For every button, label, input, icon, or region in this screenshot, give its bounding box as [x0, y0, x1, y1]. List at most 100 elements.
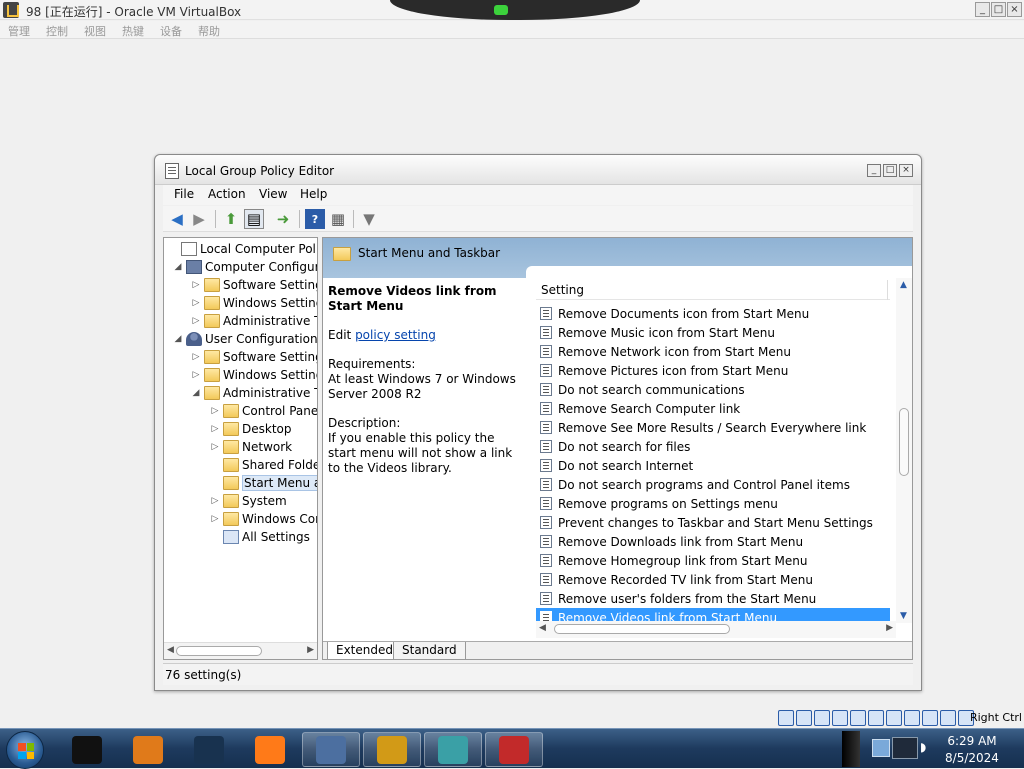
vbox-close-button[interactable]: × — [1007, 2, 1022, 17]
scroll-right-icon[interactable]: ▶ — [886, 623, 893, 633]
clock-date[interactable]: 8/5/2024 — [942, 751, 1002, 765]
edit-policy-setting-link[interactable]: policy setting — [355, 328, 436, 342]
menu-help[interactable]: Help — [300, 187, 327, 201]
vbox-menu-devices[interactable]: 设备 — [160, 23, 182, 39]
vbox-maximize-button[interactable]: □ — [991, 2, 1006, 17]
scroll-thumb[interactable] — [554, 624, 730, 634]
tab-extended[interactable]: Extended — [327, 642, 402, 659]
expand-arrow-icon[interactable]: ▷ — [209, 406, 221, 416]
tree-horizontal-scrollbar[interactable]: ◀ ▶ — [164, 642, 317, 659]
scroll-left-icon[interactable]: ◀ — [167, 645, 174, 655]
setting-row[interactable]: Remove Pictures icon from Start Menu — [536, 361, 890, 380]
shared-folder-icon[interactable] — [868, 710, 884, 726]
expand-arrow-icon[interactable]: ▷ — [209, 424, 221, 434]
scroll-left-icon[interactable]: ◀ — [539, 623, 546, 633]
tree-node[interactable]: ▷ Windows Cor — [209, 510, 317, 528]
gpe-titlebar[interactable]: Local Group Policy Editor _ □ × — [155, 155, 921, 185]
tree-node[interactable]: ◢ Computer Configura — [172, 258, 317, 276]
setting-row[interactable]: Do not search communications — [536, 380, 890, 399]
hard-disk-icon[interactable] — [778, 710, 794, 726]
display-icon[interactable] — [886, 710, 902, 726]
collapse-arrow-icon[interactable]: ◢ — [172, 334, 184, 344]
expand-arrow-icon[interactable]: ▷ — [209, 496, 221, 506]
setting-row[interactable]: Remove Recorded TV link from Start Menu — [536, 570, 890, 589]
expand-arrow-icon[interactable]: ▷ — [209, 514, 221, 524]
taskbar-app-virtualbox[interactable] — [302, 732, 360, 767]
recording-icon[interactable] — [904, 710, 920, 726]
taskbar-app-globe[interactable] — [180, 732, 238, 767]
settings-vertical-scrollbar[interactable]: ▲ ▼ — [896, 278, 912, 623]
properties-icon[interactable]: ▦ — [328, 209, 348, 229]
expand-arrow-icon[interactable]: ▷ — [190, 352, 202, 362]
setting-row[interactable]: Remove Search Computer link — [536, 399, 890, 418]
expand-arrow-icon[interactable]: ▷ — [209, 442, 221, 452]
vbox-menu-help[interactable]: 帮助 — [198, 23, 220, 39]
setting-row[interactable]: Remove Documents icon from Start Menu — [536, 304, 890, 323]
taskbar-app-media-player[interactable] — [119, 732, 177, 767]
tab-standard[interactable]: Standard — [393, 642, 466, 659]
expand-arrow-icon[interactable]: ▷ — [190, 298, 202, 308]
tree-node[interactable]: ▷ Control Panel — [209, 402, 317, 420]
monitor-tray-icon[interactable] — [892, 737, 918, 759]
taskbar-app-cubes[interactable] — [424, 732, 482, 767]
taskbar-app-winamp[interactable] — [363, 732, 421, 767]
setting-row[interactable]: Do not search Internet — [536, 456, 890, 475]
tree-node[interactable]: ▷ Windows Setting — [190, 366, 317, 384]
setting-row[interactable]: Remove See More Results / Search Everywh… — [536, 418, 890, 437]
cpu-icon[interactable] — [922, 710, 938, 726]
collapse-arrow-icon[interactable]: ◢ — [172, 262, 184, 272]
help-icon[interactable]: ? — [305, 209, 325, 229]
scroll-up-icon[interactable]: ▲ — [900, 280, 907, 290]
setting-row[interactable]: Prevent changes to Taskbar and Start Men… — [536, 513, 890, 532]
setting-row[interactable]: Do not search programs and Control Panel… — [536, 475, 890, 494]
setting-row[interactable]: Remove Downloads link from Start Menu — [536, 532, 890, 551]
taskbar-app-terminal[interactable] — [58, 732, 116, 767]
setting-row[interactable]: Remove Network icon from Start Menu — [536, 342, 890, 361]
scroll-thumb[interactable] — [899, 408, 909, 476]
menu-action[interactable]: Action — [208, 187, 246, 201]
scroll-right-icon[interactable]: ▶ — [307, 645, 314, 655]
tree-node[interactable]: ▷ Desktop — [209, 420, 292, 438]
vbox-menu-control[interactable]: 控制 — [46, 23, 68, 39]
vbox-minimize-button[interactable]: _ — [975, 2, 990, 17]
tree-node[interactable]: Local Computer Policy — [167, 240, 317, 258]
setting-row[interactable]: Remove user's folders from the Start Men… — [536, 589, 890, 608]
back-arrow-icon[interactable]: ◀ — [167, 209, 187, 229]
gpe-maximize-button[interactable]: □ — [883, 164, 897, 177]
setting-column-header[interactable]: Setting — [536, 280, 890, 300]
up-folder-icon[interactable]: ⬆ — [221, 209, 241, 229]
console-tree[interactable]: Local Computer Policy ◢ Computer Configura… — [163, 237, 318, 660]
export-list-icon[interactable]: ➜ — [273, 209, 293, 229]
network-icon[interactable] — [832, 710, 848, 726]
tree-node[interactable]: ▷ Software Settings — [190, 348, 317, 366]
taskbar-app-firefox[interactable] — [241, 732, 299, 767]
collapse-arrow-icon[interactable]: ◢ — [190, 388, 202, 398]
network-tray-icon[interactable] — [872, 739, 890, 757]
settings-list[interactable]: Setting Remove Documents icon from Start… — [536, 278, 896, 627]
tree-node[interactable]: ▷ Software Settings — [190, 276, 317, 294]
language-tray-icon[interactable]: ◗ — [920, 740, 934, 756]
setting-row[interactable]: Remove Homegroup link from Start Menu — [536, 551, 890, 570]
tree-node[interactable]: All Settings — [209, 528, 310, 546]
usb-icon[interactable] — [850, 710, 866, 726]
vbox-mini-toolbar[interactable] — [390, 0, 640, 20]
vbox-menu-manage[interactable]: 管理 — [8, 23, 30, 39]
scroll-thumb[interactable] — [176, 646, 262, 656]
expand-arrow-icon[interactable]: ▷ — [190, 370, 202, 380]
forward-arrow-icon[interactable]: ▶ — [189, 209, 209, 229]
setting-row[interactable]: Do not search for files — [536, 437, 890, 456]
setting-row[interactable]: Remove programs on Settings menu — [536, 494, 890, 513]
column-divider[interactable] — [887, 280, 888, 300]
mouse-integration-icon[interactable] — [940, 710, 956, 726]
tree-node[interactable]: ▷ Windows Setting — [190, 294, 317, 312]
mini-toolbar-indicator-icon[interactable] — [494, 5, 508, 15]
clock-time[interactable]: 6:29 AM — [942, 734, 1002, 748]
filter-icon[interactable]: ▼ — [359, 209, 379, 229]
vbox-menu-view[interactable]: 视图 — [84, 23, 106, 39]
tree-node[interactable]: ▷ System — [209, 492, 287, 510]
menu-view[interactable]: View — [259, 187, 287, 201]
vbox-menu-hotkeys[interactable]: 热键 — [122, 23, 144, 39]
gpe-minimize-button[interactable]: _ — [867, 164, 881, 177]
show-hide-tree-icon[interactable]: ▤ — [244, 209, 264, 229]
tree-node[interactable]: Start Menu ar — [209, 474, 317, 492]
